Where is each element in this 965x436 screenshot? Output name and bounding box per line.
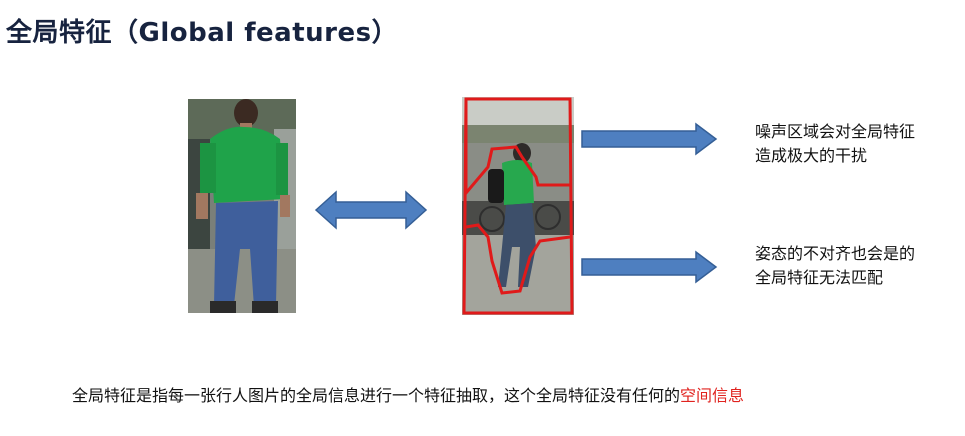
- footer-text: 全局特征是指每一张行人图片的全局信息进行一个特征抽取，这个全局特征没有任何的: [72, 386, 681, 405]
- arrows-layer: [314, 122, 718, 284]
- footer-highlight: 空间信息: [680, 386, 745, 405]
- misalignment-note: 姿态的不对齐也会是的 全局特征无法匹配: [755, 242, 915, 290]
- arrow-right-bottom-icon: [581, 250, 718, 284]
- double-arrow-icon: [314, 190, 428, 230]
- noise-note-line-1: 噪声区域会对全局特征: [755, 122, 916, 141]
- noise-note-line-2: 造成极大的干扰: [755, 146, 868, 165]
- footer-caption: 全局特征是指每一张行人图片的全局信息进行一个特征抽取，这个全局特征没有任何的空间…: [72, 382, 744, 406]
- arrow-right-top-icon: [581, 122, 718, 156]
- misalign-note-line-1: 姿态的不对齐也会是的: [755, 244, 916, 263]
- noise-region-note: 噪声区域会对全局特征 造成极大的干扰: [755, 120, 915, 168]
- misalign-note-line-2: 全局特征无法匹配: [755, 268, 884, 287]
